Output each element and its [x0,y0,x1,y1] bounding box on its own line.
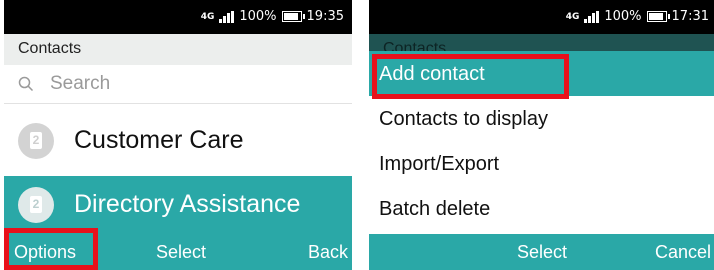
menu-item-import-export[interactable]: Import/Export [369,141,714,186]
menu-item-label: Import/Export [379,153,500,175]
clock: 17:31 [671,9,709,24]
contact-item-directory-assistance[interactable]: 2 Directory Assistance [4,176,352,234]
select-softkey[interactable]: Select [517,242,567,263]
contact-icon: 2 [30,132,42,149]
battery-percent: 100% [239,9,277,24]
network-type: 4G [200,11,215,22]
cancel-softkey[interactable]: Cancel [655,242,711,263]
page-title: Contacts [18,40,82,57]
contact-icon: 2 [30,196,42,213]
back-softkey[interactable]: Back [308,242,348,263]
battery-icon [281,11,305,22]
signal-icon [219,10,235,23]
search-input[interactable] [50,71,330,97]
menu-item-label: Contacts to display [379,108,548,130]
search-bar[interactable] [4,65,352,104]
menu-item-add-contact[interactable]: Add contact [369,51,714,96]
contact-name: Customer Care [74,126,244,154]
menu-item-contacts-to-display[interactable]: Contacts to display [369,96,714,141]
status-bar: 4G 100% 17:31 [369,0,714,34]
search-icon [18,76,34,92]
menu-item-label: Batch delete [379,198,491,220]
options-softkey[interactable]: Options [14,242,76,263]
menu-item-batch-delete[interactable]: Batch delete [369,186,714,231]
avatar: 2 [18,187,54,223]
header: Contacts [4,34,352,65]
select-softkey[interactable]: Select [156,242,206,263]
network-type: 4G [565,11,580,22]
contacts-screen: 4G 100% 19:35 Contacts 2 Customer Care 2… [4,0,352,270]
battery-percent: 100% [604,9,642,24]
avatar: 2 [18,123,54,159]
options-menu-screen: 4G 100% 17:31 Contacts Add contact Conta… [369,0,714,270]
softkey-bar: Select Cancel [369,234,714,270]
contact-item-customer-care[interactable]: 2 Customer Care [4,112,352,170]
menu-item-label: Add contact [379,63,485,85]
battery-icon [646,11,670,22]
signal-icon [584,10,600,23]
clock: 19:35 [306,9,344,24]
contact-name: Directory Assistance [74,190,301,218]
status-bar: 4G 100% 19:35 [4,0,352,34]
softkey-bar: Options Select Back [4,234,352,270]
